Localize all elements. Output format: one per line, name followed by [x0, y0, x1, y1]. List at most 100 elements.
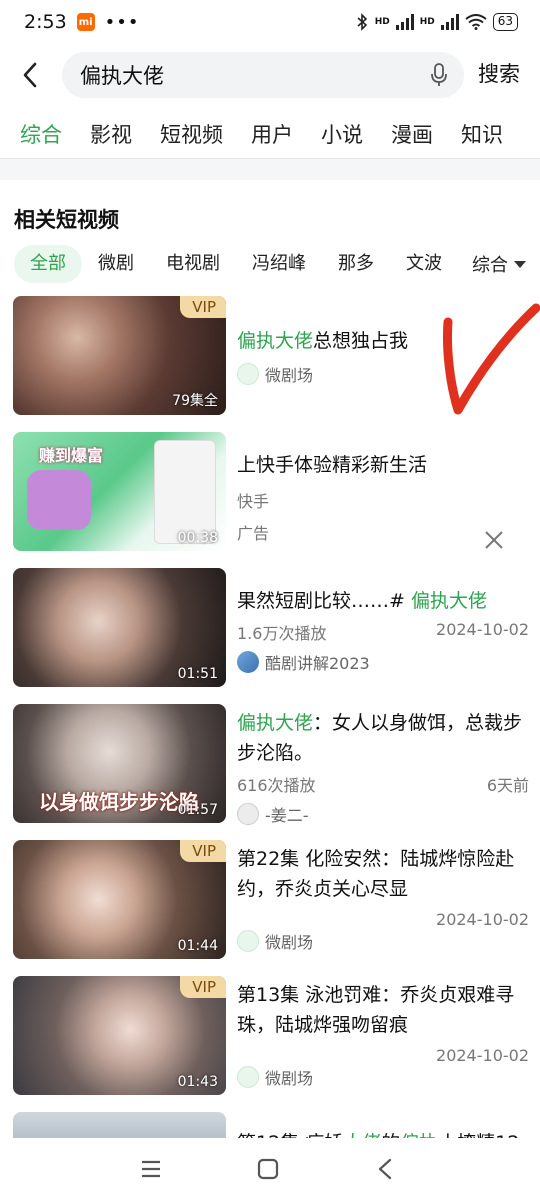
signal-label-1: HD	[374, 17, 390, 27]
section-divider	[0, 158, 540, 180]
video-thumbnail[interactable]: VIP 01:43	[13, 976, 226, 1095]
video-duration: 01:43	[177, 1074, 218, 1090]
wifi-icon	[465, 14, 487, 30]
video-thumbnail[interactable]: 以身做饵步步沦陷 01:57	[13, 704, 226, 823]
status-time: 2:53	[24, 11, 67, 33]
video-duration: 00:38	[177, 530, 218, 546]
episode-count: 79集全	[172, 393, 218, 409]
tab-comics[interactable]: 漫画	[391, 119, 433, 149]
menu-icon	[142, 1160, 160, 1178]
author-row[interactable]: 微剧场	[237, 1065, 529, 1089]
ad-thumbnail[interactable]: 赚到爆富 00:38	[13, 432, 226, 551]
avatar	[237, 651, 259, 673]
video-meta: 1.6万次播放 2024-10-02	[237, 620, 529, 644]
video-item[interactable]: 01:51 果然短剧比较……# 偏执大佬 1.6万次播放 2024-10-02 酷…	[0, 568, 540, 704]
author-name: 酷剧讲解2023	[265, 654, 370, 673]
system-nav-bar	[0, 1138, 540, 1200]
tab-users[interactable]: 用户	[251, 119, 293, 149]
author-row[interactable]: 微剧场	[237, 929, 529, 953]
back-nav-button[interactable]	[370, 1154, 400, 1184]
video-thumbnail[interactable]: VIP 01:44	[13, 840, 226, 959]
ad-item[interactable]: 赚到爆富 00:38 上快手体验精彩新生活 快手 广告	[0, 432, 540, 568]
tab-knowledge[interactable]: 知识	[461, 119, 503, 149]
title-prefix: 果然短剧比较……#	[237, 590, 411, 612]
tab-comprehensive[interactable]: 综合	[20, 119, 62, 149]
video-title: 偏执大佬：女人以身做饵，总裁步步沦陷。	[237, 708, 529, 768]
title-rest: 总想独占我	[313, 330, 409, 352]
video-duration: 01:57	[177, 802, 218, 818]
caret-down-icon	[514, 260, 526, 268]
video-title: 第22集 化险安然：陆城烨惊险赴约，乔炎贞关心尽显	[237, 848, 515, 900]
author-name: -姜二-	[265, 806, 309, 825]
back-arrow-icon	[23, 62, 37, 88]
video-title: 果然短剧比较……# 偏执大佬	[237, 586, 529, 616]
author-row[interactable]: 酷剧讲解2023	[237, 650, 529, 674]
close-icon[interactable]	[482, 528, 506, 552]
avatar	[237, 363, 259, 385]
sort-label: 综合	[472, 255, 508, 276]
ad-phone-frame	[154, 440, 216, 544]
home-button[interactable]	[253, 1154, 283, 1184]
author-name: 微剧场	[265, 1069, 314, 1088]
publish-date: 6天前	[486, 776, 529, 795]
sort-dropdown[interactable]: 综合	[462, 244, 540, 284]
back-triangle-icon	[378, 1158, 392, 1180]
search-header: 偏执大佬 搜索	[0, 50, 540, 100]
chip-feng-shaofeng[interactable]: 冯绍峰	[236, 245, 322, 283]
signal-icon-1	[395, 14, 414, 30]
category-tabs: 综合 影视 短视频 用户 小说 漫画 知识	[0, 112, 540, 156]
status-bar: 2:53 mi ••• HD HD 63	[0, 0, 540, 44]
play-count: 1.6万次播放	[237, 624, 327, 643]
battery-indicator: 63	[492, 13, 518, 31]
video-info: 偏执大佬：女人以身做饵，总裁步步沦陷。 616次播放 6天前 -姜二-	[237, 708, 529, 826]
video-item[interactable]: VIP 01:44 第22集 化险安然：陆城烨惊险赴约，乔炎贞关心尽显 2024…	[0, 840, 540, 976]
publish-date: 2024-10-02	[436, 620, 529, 639]
tab-film[interactable]: 影视	[90, 119, 132, 149]
video-item[interactable]: VIP 01:43 第13集 泳池罚难：乔炎贞艰难寻珠，陆城烨强吻留痕 2024…	[0, 976, 540, 1112]
video-info: 第13集 泳池罚难：乔炎贞艰难寻珠，陆城烨强吻留痕 2024-10-02 微剧场	[237, 980, 529, 1089]
ad-title: 上快手体验精彩新生活	[237, 454, 428, 476]
video-duration: 01:51	[177, 666, 218, 682]
video-thumbnail[interactable]: 01:51	[13, 568, 226, 687]
advertiser-name: 快手	[237, 492, 270, 511]
menu-button[interactable]	[136, 1154, 166, 1184]
publish-date: 2024-10-02	[436, 910, 529, 929]
filter-chips: 全部 微剧 电视剧 冯绍峰 那多 文波 综合	[0, 244, 540, 284]
search-input[interactable]: 偏执大佬	[62, 52, 464, 98]
avatar	[237, 803, 259, 825]
bluetooth-icon	[357, 13, 367, 31]
chip-na-duo[interactable]: 那多	[322, 245, 390, 283]
vip-badge: VIP	[180, 296, 226, 318]
video-meta: 616次播放 6天前	[237, 772, 529, 796]
play-count: 616次播放	[237, 776, 316, 795]
author-row[interactable]: -姜二-	[237, 802, 529, 826]
chip-all[interactable]: 全部	[14, 245, 82, 283]
publish-date: 2024-10-02	[436, 1046, 529, 1065]
title-highlight: 偏执大佬	[237, 330, 314, 352]
thumbnail-overlay-text: 以身做饵步步沦陷	[39, 790, 199, 814]
video-info: 第22集 化险安然：陆城烨惊险赴约，乔炎贞关心尽显 2024-10-02 微剧场	[237, 844, 529, 953]
chip-micro-drama[interactable]: 微剧	[82, 245, 150, 283]
back-button[interactable]	[0, 50, 60, 100]
author-name: 微剧场	[265, 366, 314, 385]
video-feed: VIP 79集全 偏执大佬总想独占我 微剧场 赚到爆富 00:38 上快手体验精…	[0, 296, 540, 1200]
video-item[interactable]: 以身做饵步步沦陷 01:57 偏执大佬：女人以身做饵，总裁步步沦陷。 616次播…	[0, 704, 540, 840]
author-name: 微剧场	[265, 933, 314, 952]
search-query: 偏执大佬	[80, 64, 164, 88]
ad-thumb-caption: 赚到爆富	[39, 446, 104, 465]
tab-novel[interactable]: 小说	[321, 119, 363, 149]
video-title: 第13集 泳池罚难：乔炎贞艰难寻珠，陆城烨强吻留痕	[237, 984, 515, 1036]
tab-short-video[interactable]: 短视频	[160, 119, 223, 149]
video-thumbnail[interactable]: VIP 79集全	[13, 296, 226, 415]
search-button[interactable]: 搜索	[478, 58, 520, 88]
video-info: 果然短剧比较……# 偏执大佬 1.6万次播放 2024-10-02 酷剧讲解202…	[237, 586, 529, 674]
microphone-icon[interactable]	[430, 63, 448, 87]
mi-app-icon: mi	[76, 13, 95, 31]
chip-wenbo[interactable]: 文波	[390, 245, 458, 283]
signal-icon-2	[440, 14, 459, 30]
chip-tv-series[interactable]: 电视剧	[150, 245, 236, 283]
ad-illustration	[27, 470, 91, 530]
vip-badge: VIP	[180, 976, 226, 998]
more-notifications-icon: •••	[104, 11, 140, 33]
avatar	[237, 930, 259, 952]
